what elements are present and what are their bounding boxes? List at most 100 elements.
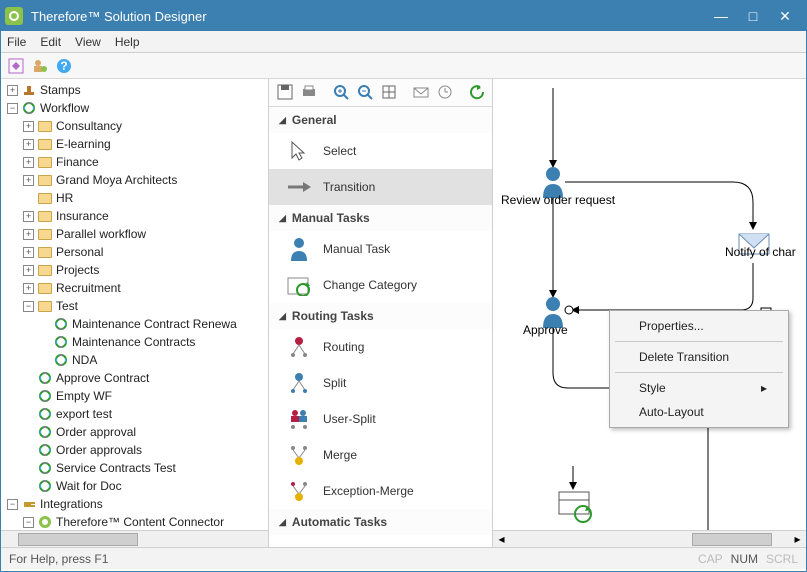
tree-label: Maintenance Contract Renewa — [72, 315, 237, 333]
workflow-icon — [54, 317, 68, 331]
maximize-button[interactable]: □ — [746, 8, 760, 25]
tree-folder-0[interactable]: +Consultancy — [21, 117, 268, 135]
mail-icon[interactable] — [413, 84, 429, 102]
tree-wf-test-0[interactable]: Maintenance Contract Renewa — [37, 315, 268, 333]
tree-label: Workflow — [40, 99, 89, 117]
workflow-icon — [38, 443, 52, 457]
help-icon[interactable]: ? — [55, 57, 73, 75]
tree-folder-9[interactable]: +Recruitment — [21, 279, 268, 297]
ctx-delete-label: Delete Transition — [639, 350, 729, 364]
ctx-separator — [615, 341, 783, 342]
tree-wf-2[interactable]: export test — [21, 405, 268, 423]
folder-icon — [38, 121, 52, 132]
users-icon[interactable] — [31, 57, 49, 75]
tree-wf-5[interactable]: Service Contracts Test — [21, 459, 268, 477]
save-icon[interactable] — [277, 84, 293, 102]
cursor-icon — [287, 139, 311, 163]
tree-label: Finance — [56, 153, 99, 171]
clock-icon[interactable] — [437, 84, 453, 102]
workflow-icon — [38, 479, 52, 493]
tree-workflow[interactable]: −Workflow — [5, 99, 268, 117]
tree-folder-5[interactable]: +Insurance — [21, 207, 268, 225]
workflow-icon — [38, 389, 52, 403]
palette-routing[interactable]: Routing — [269, 329, 492, 365]
ctx-style[interactable]: Style ▸ — [613, 376, 785, 400]
palette-exception-merge[interactable]: Exception-Merge — [269, 473, 492, 509]
folder-icon — [38, 265, 52, 276]
tree-folder-7[interactable]: +Personal — [21, 243, 268, 261]
status-num: NUM — [731, 552, 758, 566]
group-general[interactable]: ◢General — [269, 107, 492, 133]
folder-icon — [38, 193, 52, 204]
ctx-auto-layout[interactable]: Auto-Layout — [613, 400, 785, 424]
palette-transition[interactable]: Transition — [269, 169, 492, 205]
palette-pane: ◢General Select Transition ◢Manual Tasks… — [269, 79, 493, 547]
status-help-text: For Help, press F1 — [9, 552, 108, 566]
palette-manual-task[interactable]: Manual Task — [269, 231, 492, 267]
tree-folder-3[interactable]: +Grand Moya Architects — [21, 171, 268, 189]
undo-icon[interactable] — [469, 84, 485, 102]
palette-manual-task-label: Manual Task — [323, 242, 390, 256]
ctx-delete-transition[interactable]: Delete Transition — [613, 345, 785, 369]
tree-wf-4[interactable]: Order approvals — [21, 441, 268, 459]
zoom-out-icon[interactable] — [357, 84, 373, 102]
tree-connector[interactable]: −Therefore™ Content Connector — [21, 513, 268, 531]
app-icon — [5, 7, 23, 25]
tree-folder-4[interactable]: HR — [21, 189, 268, 207]
design-icon[interactable] — [7, 57, 25, 75]
tree-wf-1[interactable]: Empty WF — [21, 387, 268, 405]
fit-icon[interactable] — [381, 84, 397, 102]
submenu-arrow-icon: ▸ — [761, 381, 767, 395]
tree-label: Projects — [56, 261, 99, 279]
group-routing[interactable]: ◢Routing Tasks — [269, 303, 492, 329]
canvas-horizontal-scrollbar[interactable]: ◂▸ — [493, 530, 806, 547]
tree-wf-0[interactable]: Approve Contract — [21, 369, 268, 387]
tree-horizontal-scrollbar[interactable] — [1, 530, 268, 547]
minimize-button[interactable]: ― — [714, 8, 728, 25]
context-menu: Properties... Delete Transition Style ▸ A… — [609, 310, 789, 428]
tree-folder-test[interactable]: −Test — [21, 297, 268, 315]
person-icon — [287, 237, 311, 261]
main-area: +Stamps−Workflow+Consultancy+E-learning+… — [1, 79, 806, 547]
close-button[interactable]: ✕ — [778, 8, 792, 25]
tree-wf-test-1[interactable]: Maintenance Contracts — [37, 333, 268, 351]
palette-merge[interactable]: Merge — [269, 437, 492, 473]
tree-folder-1[interactable]: +E-learning — [21, 135, 268, 153]
connector-icon — [38, 515, 52, 529]
group-automatic[interactable]: ◢Automatic Tasks — [269, 509, 492, 535]
tree-folder-2[interactable]: +Finance — [21, 153, 268, 171]
ctx-auto-label: Auto-Layout — [639, 405, 704, 419]
workflow-icon — [38, 461, 52, 475]
menu-view[interactable]: View — [75, 35, 101, 49]
workflow-canvas[interactable]: Review order request Approve Notify of c… — [493, 79, 806, 547]
project-tree[interactable]: +Stamps−Workflow+Consultancy+E-learning+… — [3, 81, 268, 531]
tree-wf-6[interactable]: Wait for Doc — [21, 477, 268, 495]
change-category-icon — [287, 273, 311, 297]
tree-stamps[interactable]: +Stamps — [5, 81, 268, 99]
tree-folder-6[interactable]: +Parallel workflow — [21, 225, 268, 243]
menu-help[interactable]: Help — [115, 35, 140, 49]
palette-change-category[interactable]: Change Category — [269, 267, 492, 303]
print-icon[interactable] — [301, 84, 317, 102]
node-notify-label: Notify of char — [725, 245, 796, 259]
ctx-style-label: Style — [639, 381, 666, 395]
palette-split[interactable]: Split — [269, 365, 492, 401]
tree-wf-test-2[interactable]: NDA — [37, 351, 268, 369]
palette-select[interactable]: Select — [269, 133, 492, 169]
tree-label: Service Contracts Test — [56, 459, 176, 477]
palette-user-split[interactable]: User-Split — [269, 401, 492, 437]
group-manual[interactable]: ◢Manual Tasks — [269, 205, 492, 231]
palette-change-category-label: Change Category — [323, 278, 417, 292]
tree-folder-8[interactable]: +Projects — [21, 261, 268, 279]
ctx-properties[interactable]: Properties... — [613, 314, 785, 338]
menu-edit[interactable]: Edit — [40, 35, 61, 49]
zoom-in-icon[interactable] — [333, 84, 349, 102]
folder-icon — [38, 283, 52, 294]
folder-icon — [38, 229, 52, 240]
folder-icon — [38, 175, 52, 186]
tree-label: Recruitment — [56, 279, 121, 297]
menu-file[interactable]: File — [7, 35, 26, 49]
tree-integrations[interactable]: −Integrations — [5, 495, 268, 513]
tree-wf-3[interactable]: Order approval — [21, 423, 268, 441]
tree-label: Grand Moya Architects — [56, 171, 177, 189]
